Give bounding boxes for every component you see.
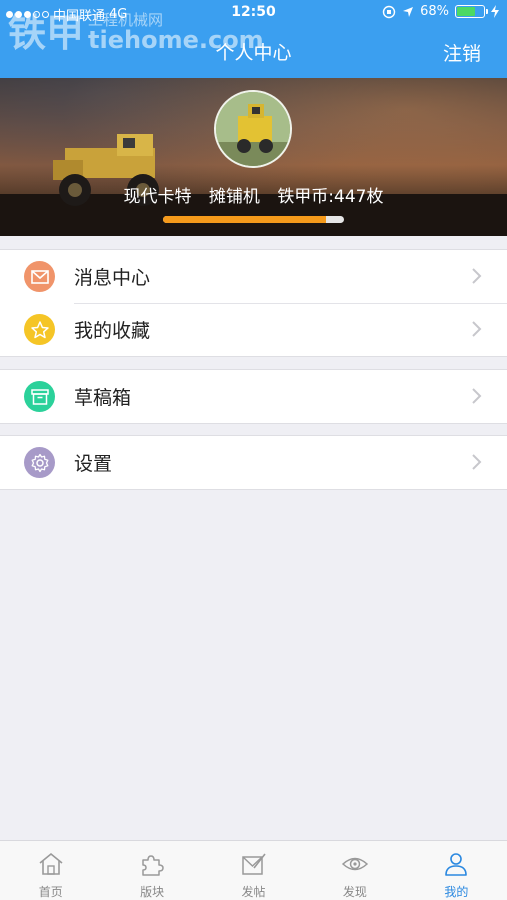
menu-item-label: 设置 [74,453,113,475]
tab-compose[interactable]: 发帖 [203,841,304,900]
location-arrow-icon [403,6,414,17]
gear-icon [24,447,55,478]
chevron-right-icon [472,388,482,404]
tab-discover[interactable]: 发现 [304,841,405,900]
chevron-right-icon [472,454,482,470]
eye-icon [341,857,369,871]
logout-button[interactable]: 注销 [443,39,481,66]
profile-banner: 现代卡特 摊铺机 铁甲币:447枚 [0,78,507,236]
tab-me[interactable]: 我的 [406,841,507,900]
user-category: 摊铺机 [208,187,260,207]
home-icon [39,852,63,875]
tab-label: 发帖 [241,885,266,899]
charging-icon [491,5,499,18]
chevron-right-icon [472,268,482,284]
tab-label: 首页 [38,885,63,899]
orientation-lock-icon [382,5,396,18]
menu-item-label: 我的收藏 [74,320,151,342]
level-progress-fill [163,216,326,223]
user-info: 现代卡特 摊铺机 铁甲币:447枚 [0,182,507,207]
menu-item-favorites[interactable]: 我的收藏 [0,303,507,356]
menu-group-1: 消息中心 我的收藏 [0,249,507,357]
archive-icon [24,381,55,412]
tab-label: 发现 [342,885,367,899]
menu-item-label: 草稿箱 [74,387,132,409]
chevron-right-icon [472,321,482,337]
top-header: 中国联通 4G 12:50 68% 铁甲 工程机械网 tiehome.com 个… [0,0,507,78]
battery-percent: 68% [420,4,449,19]
menu-group-3: 设置 [0,435,507,490]
tab-boards[interactable]: 版块 [101,841,202,900]
menu-item-drafts[interactable]: 草稿箱 [0,370,507,423]
puzzle-icon [142,855,164,876]
user-brand: 现代卡特 [123,187,192,207]
tab-label: 版块 [140,885,165,899]
page-title: 个人中心 [215,42,292,64]
star-icon [24,314,55,345]
menu-item-messages[interactable]: 消息中心 [0,250,507,303]
menu-item-settings[interactable]: 设置 [0,436,507,489]
mail-icon [24,261,55,292]
user-coins: 铁甲币:447枚 [277,187,384,207]
menu-item-label: 消息中心 [74,267,151,289]
menu-group-2: 草稿箱 [0,369,507,424]
avatar[interactable] [214,90,292,168]
battery-icon [455,5,488,18]
compose-icon [241,853,266,875]
user-icon [445,853,468,876]
level-progress-bar [163,216,344,223]
tab-bar: 首页 版块 发帖 发现 我的 [0,840,507,900]
tab-label: 我的 [444,885,469,899]
tab-home[interactable]: 首页 [0,841,101,900]
